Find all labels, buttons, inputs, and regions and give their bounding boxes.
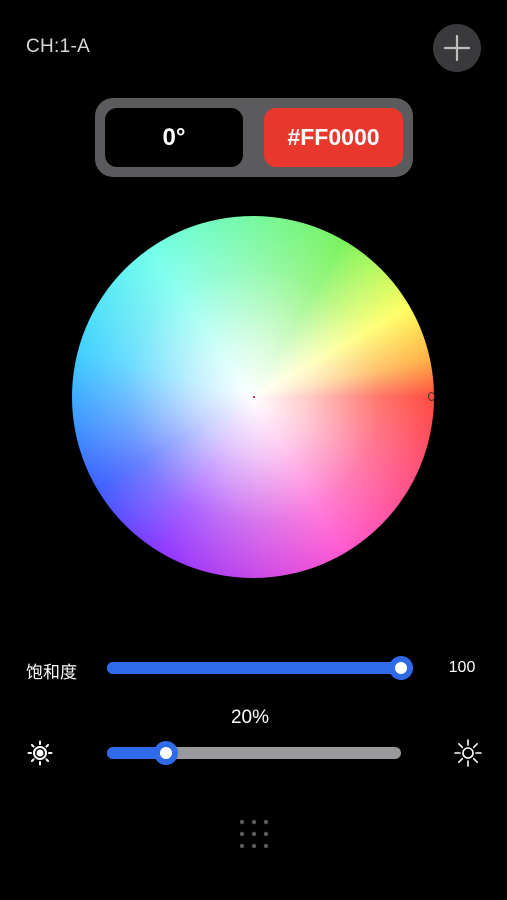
saturation-slider-thumb[interactable] bbox=[389, 656, 413, 680]
brightness-value: 20% bbox=[230, 707, 270, 728]
add-button[interactable] bbox=[433, 24, 481, 72]
color-wheel[interactable] bbox=[72, 216, 435, 578]
color-wheel-pointer[interactable] bbox=[428, 392, 435, 401]
color-readout-panel: 0° #FF0000 bbox=[95, 98, 413, 177]
brightness-slider[interactable] bbox=[107, 741, 401, 765]
color-wheel-center-dot bbox=[253, 396, 255, 398]
plus-icon bbox=[443, 34, 471, 62]
hue-value-field[interactable]: 0° bbox=[105, 108, 243, 167]
brightness-slider-thumb[interactable] bbox=[153, 741, 178, 765]
saturation-value: 100 bbox=[448, 659, 476, 676]
sun-dim-icon[interactable] bbox=[27, 740, 53, 766]
channel-label: CH:1-A bbox=[26, 36, 91, 57]
grid-handle-icon[interactable] bbox=[237, 817, 271, 851]
saturation-slider[interactable] bbox=[107, 656, 413, 680]
saturation-slider-fill bbox=[107, 662, 409, 674]
sun-bright-icon[interactable] bbox=[454, 739, 482, 767]
hex-value-field[interactable]: #FF0000 bbox=[264, 108, 403, 167]
saturation-label: 饱和度 bbox=[26, 663, 77, 682]
